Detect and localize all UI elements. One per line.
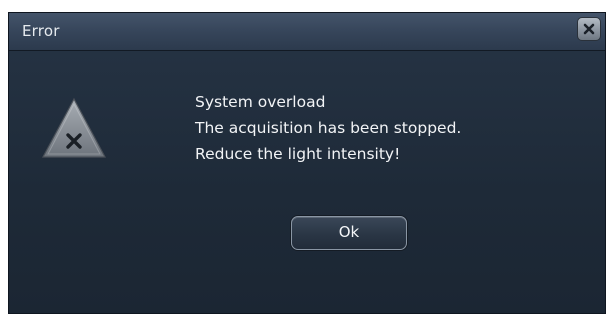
close-icon (583, 23, 595, 35)
error-dialog: Error System overload The acquisition ha… (8, 12, 606, 314)
message-line: System overload (195, 93, 326, 111)
message-line: The acquisition has been stopped. (195, 119, 462, 137)
ok-button[interactable]: Ok (291, 216, 407, 250)
dialog-title: Error (22, 22, 60, 40)
warning-triangle-icon (41, 97, 107, 158)
dialog-titlebar[interactable]: Error (9, 13, 605, 51)
close-button[interactable] (577, 17, 601, 41)
error-message: System overload The acquisition has been… (195, 89, 461, 167)
message-line: Reduce the light intensity! (195, 145, 401, 163)
